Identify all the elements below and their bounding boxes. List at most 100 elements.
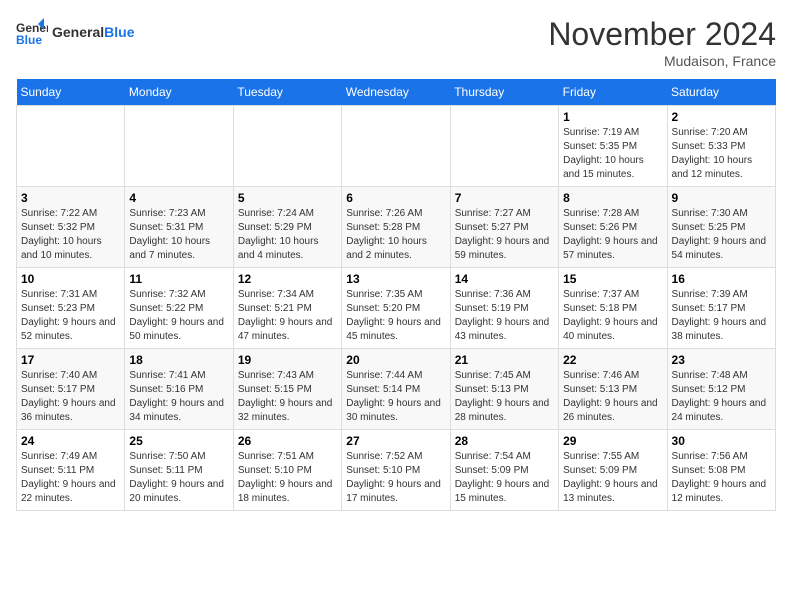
page-header: General Blue GeneralBlue November 2024 M… xyxy=(16,16,776,69)
day-info: Sunrise: 7:40 AMSunset: 5:17 PMDaylight:… xyxy=(21,369,120,425)
calendar-header-row: Sunday Monday Tuesday Wednesday Thursday… xyxy=(17,79,776,106)
day-info: Sunrise: 7:22 AMSunset: 5:32 PMDaylight:… xyxy=(21,207,120,263)
logo-general-text: General xyxy=(52,24,104,40)
header-friday: Friday xyxy=(559,79,667,106)
day-info: Sunrise: 7:45 AMSunset: 5:13 PMDaylight:… xyxy=(455,369,554,425)
table-cell: 7 Sunrise: 7:27 AMSunset: 5:27 PMDaylight… xyxy=(450,187,558,268)
day-info: Sunrise: 7:34 AMSunset: 5:21 PMDaylight:… xyxy=(238,288,337,344)
day-info: Sunrise: 7:20 AMSunset: 5:33 PMDaylight:… xyxy=(672,126,771,182)
table-cell xyxy=(125,106,233,187)
day-number: 24 xyxy=(21,434,120,448)
table-cell: 10 Sunrise: 7:31 AMSunset: 5:23 PMDayligh… xyxy=(17,268,125,349)
header-tuesday: Tuesday xyxy=(233,79,341,106)
day-info: Sunrise: 7:46 AMSunset: 5:13 PMDaylight:… xyxy=(563,369,662,425)
day-info: Sunrise: 7:44 AMSunset: 5:14 PMDaylight:… xyxy=(346,369,445,425)
day-info: Sunrise: 7:50 AMSunset: 5:11 PMDaylight:… xyxy=(129,450,228,506)
day-info: Sunrise: 7:41 AMSunset: 5:16 PMDaylight:… xyxy=(129,369,228,425)
header-monday: Monday xyxy=(125,79,233,106)
table-cell: 22 Sunrise: 7:46 AMSunset: 5:13 PMDayligh… xyxy=(559,349,667,430)
day-number: 2 xyxy=(672,110,771,124)
day-number: 27 xyxy=(346,434,445,448)
day-number: 4 xyxy=(129,191,228,205)
table-cell: 6 Sunrise: 7:26 AMSunset: 5:28 PMDaylight… xyxy=(342,187,450,268)
table-cell: 25 Sunrise: 7:50 AMSunset: 5:11 PMDayligh… xyxy=(125,430,233,511)
day-info: Sunrise: 7:26 AMSunset: 5:28 PMDaylight:… xyxy=(346,207,445,263)
day-number: 19 xyxy=(238,353,337,367)
table-cell: 3 Sunrise: 7:22 AMSunset: 5:32 PMDaylight… xyxy=(17,187,125,268)
day-number: 25 xyxy=(129,434,228,448)
day-number: 30 xyxy=(672,434,771,448)
week-row-3: 10 Sunrise: 7:31 AMSunset: 5:23 PMDayligh… xyxy=(17,268,776,349)
table-cell: 29Sunrise: 7:55 AMSunset: 5:09 PMDayligh… xyxy=(559,430,667,511)
day-info: Sunrise: 7:23 AMSunset: 5:31 PMDaylight:… xyxy=(129,207,228,263)
table-cell xyxy=(450,106,558,187)
table-cell: 21 Sunrise: 7:45 AMSunset: 5:13 PMDayligh… xyxy=(450,349,558,430)
day-info: Sunrise: 7:32 AMSunset: 5:22 PMDaylight:… xyxy=(129,288,228,344)
day-number: 5 xyxy=(238,191,337,205)
day-number: 22 xyxy=(563,353,662,367)
table-cell: 28 Sunrise: 7:54 AMSunset: 5:09 PMDayligh… xyxy=(450,430,558,511)
day-number: 3 xyxy=(21,191,120,205)
logo: General Blue GeneralBlue xyxy=(16,16,134,48)
table-cell: 17 Sunrise: 7:40 AMSunset: 5:17 PMDayligh… xyxy=(17,349,125,430)
day-info: Sunrise: 7:24 AMSunset: 5:29 PMDaylight:… xyxy=(238,207,337,263)
day-info: Sunrise: 7:39 AMSunset: 5:17 PMDaylight:… xyxy=(672,288,771,344)
day-info: Sunrise: 7:49 AMSunset: 5:11 PMDaylight:… xyxy=(21,450,120,506)
day-number: 13 xyxy=(346,272,445,286)
day-info: Sunrise: 7:31 AMSunset: 5:23 PMDaylight:… xyxy=(21,288,120,344)
table-cell: 5 Sunrise: 7:24 AMSunset: 5:29 PMDaylight… xyxy=(233,187,341,268)
logo-blue-text: Blue xyxy=(104,24,134,40)
table-cell: 23 Sunrise: 7:48 AMSunset: 5:12 PMDayligh… xyxy=(667,349,775,430)
table-cell: 15Sunrise: 7:37 AMSunset: 5:18 PMDayligh… xyxy=(559,268,667,349)
day-number: 12 xyxy=(238,272,337,286)
day-info: Sunrise: 7:55 AMSunset: 5:09 PMDaylight:… xyxy=(563,450,662,506)
day-number: 26 xyxy=(238,434,337,448)
table-cell: 1 Sunrise: 7:19 AMSunset: 5:35 PMDaylight… xyxy=(559,106,667,187)
header-thursday: Thursday xyxy=(450,79,558,106)
table-cell: 13 Sunrise: 7:35 AMSunset: 5:20 PMDayligh… xyxy=(342,268,450,349)
table-cell: 20Sunrise: 7:44 AMSunset: 5:14 PMDayligh… xyxy=(342,349,450,430)
table-cell: 30 Sunrise: 7:56 AMSunset: 5:08 PMDayligh… xyxy=(667,430,775,511)
table-cell: 11 Sunrise: 7:32 AMSunset: 5:22 PMDayligh… xyxy=(125,268,233,349)
day-number: 17 xyxy=(21,353,120,367)
day-number: 9 xyxy=(672,191,771,205)
table-cell: 9Sunrise: 7:30 AMSunset: 5:25 PMDaylight… xyxy=(667,187,775,268)
table-cell: 19Sunrise: 7:43 AMSunset: 5:15 PMDayligh… xyxy=(233,349,341,430)
day-info: Sunrise: 7:52 AMSunset: 5:10 PMDaylight:… xyxy=(346,450,445,506)
day-info: Sunrise: 7:19 AMSunset: 5:35 PMDaylight:… xyxy=(563,126,662,182)
table-cell: 27 Sunrise: 7:52 AMSunset: 5:10 PMDayligh… xyxy=(342,430,450,511)
day-info: Sunrise: 7:48 AMSunset: 5:12 PMDaylight:… xyxy=(672,369,771,425)
calendar-table: Sunday Monday Tuesday Wednesday Thursday… xyxy=(16,79,776,511)
logo-icon: General Blue xyxy=(16,16,48,48)
day-info: Sunrise: 7:28 AMSunset: 5:26 PMDaylight:… xyxy=(563,207,662,263)
svg-text:Blue: Blue xyxy=(16,33,42,47)
table-cell: 16Sunrise: 7:39 AMSunset: 5:17 PMDayligh… xyxy=(667,268,775,349)
day-info: Sunrise: 7:35 AMSunset: 5:20 PMDaylight:… xyxy=(346,288,445,344)
header-wednesday: Wednesday xyxy=(342,79,450,106)
day-info: Sunrise: 7:27 AMSunset: 5:27 PMDaylight:… xyxy=(455,207,554,263)
table-cell: 26 Sunrise: 7:51 AMSunset: 5:10 PMDayligh… xyxy=(233,430,341,511)
day-number: 10 xyxy=(21,272,120,286)
day-info: Sunrise: 7:56 AMSunset: 5:08 PMDaylight:… xyxy=(672,450,771,506)
table-cell: 24 Sunrise: 7:49 AMSunset: 5:11 PMDayligh… xyxy=(17,430,125,511)
table-cell: 14 Sunrise: 7:36 AMSunset: 5:19 PMDayligh… xyxy=(450,268,558,349)
location: Mudaison, France xyxy=(548,53,776,69)
day-info: Sunrise: 7:54 AMSunset: 5:09 PMDaylight:… xyxy=(455,450,554,506)
week-row-5: 24 Sunrise: 7:49 AMSunset: 5:11 PMDayligh… xyxy=(17,430,776,511)
day-number: 11 xyxy=(129,272,228,286)
day-number: 18 xyxy=(129,353,228,367)
day-number: 28 xyxy=(455,434,554,448)
day-number: 7 xyxy=(455,191,554,205)
day-info: Sunrise: 7:36 AMSunset: 5:19 PMDaylight:… xyxy=(455,288,554,344)
header-sunday: Sunday xyxy=(17,79,125,106)
title-section: November 2024 Mudaison, France xyxy=(548,16,776,69)
day-info: Sunrise: 7:51 AMSunset: 5:10 PMDaylight:… xyxy=(238,450,337,506)
day-number: 21 xyxy=(455,353,554,367)
day-number: 23 xyxy=(672,353,771,367)
table-cell xyxy=(17,106,125,187)
table-cell: 12 Sunrise: 7:34 AMSunset: 5:21 PMDayligh… xyxy=(233,268,341,349)
day-number: 1 xyxy=(563,110,662,124)
day-number: 14 xyxy=(455,272,554,286)
table-cell xyxy=(342,106,450,187)
day-number: 6 xyxy=(346,191,445,205)
